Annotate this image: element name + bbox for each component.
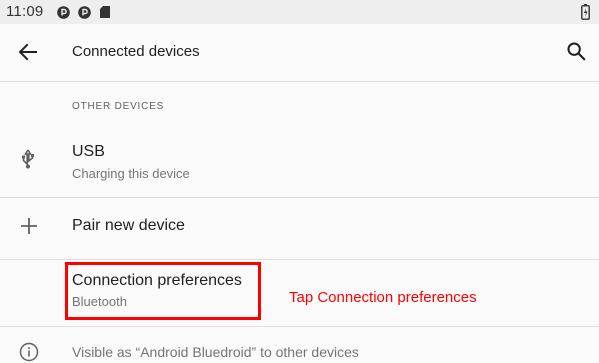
list-item-title: Pair new device [72, 217, 185, 234]
highlight-box [65, 262, 261, 320]
divider [0, 81, 599, 82]
list-item-pair-new-device[interactable]: Pair new device [0, 198, 599, 258]
section-header: OTHER DEVICES [72, 101, 165, 112]
page-title: Connected devices [72, 43, 200, 60]
divider [0, 326, 599, 327]
add-icon [21, 218, 37, 234]
sd-card-icon [100, 6, 110, 18]
media-icon [78, 6, 91, 19]
usb-icon [22, 149, 34, 169]
search-icon[interactable] [565, 40, 587, 62]
status-bar: 11:09 [0, 0, 599, 24]
list-item-title: USB [72, 143, 105, 160]
annotation-text: Tap Connection preferences [289, 289, 477, 306]
list-item-subtitle: Charging this device [72, 166, 190, 181]
footer-text: Visible as “Android Bluedroid” to other … [72, 344, 359, 360]
app-bar: Connected devices [0, 24, 599, 80]
info-icon [19, 342, 39, 362]
status-time: 11:09 [6, 3, 44, 20]
media-icon [57, 6, 70, 19]
back-arrow-icon[interactable] [16, 40, 40, 64]
list-item-usb[interactable]: USB Charging this device [0, 126, 599, 196]
battery-icon [581, 4, 590, 20]
